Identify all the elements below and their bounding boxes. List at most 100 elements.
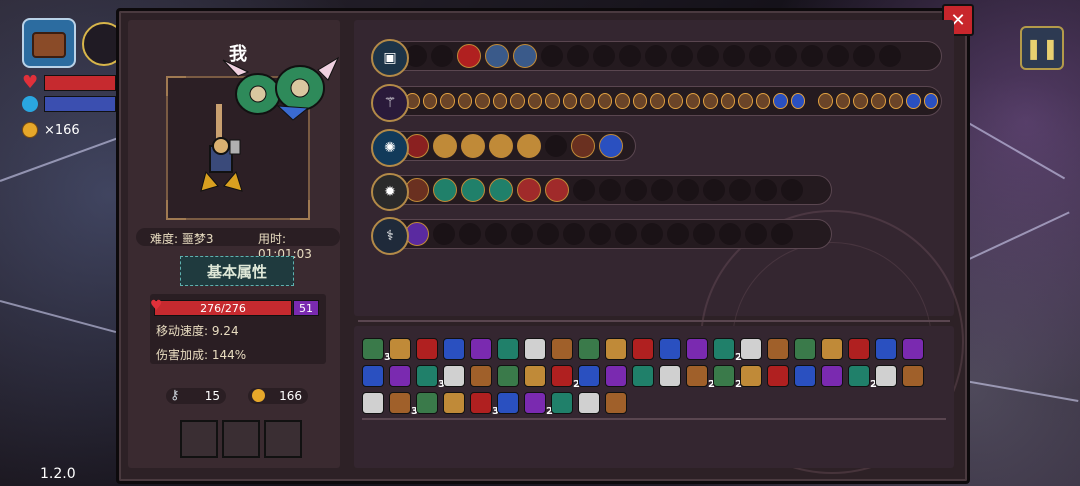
move-speed-stat: 移动速度: 9.24 (156, 324, 239, 338)
consumable-slot[interactable] (222, 420, 260, 458)
wand-icon[interactable]: ⚕ (371, 217, 409, 255)
relic-item-icon[interactable]: 3 (389, 392, 418, 417)
coin-icon (22, 122, 38, 138)
relic-item-icon[interactable] (659, 365, 681, 387)
relic-item-icon[interactable]: 2 (524, 392, 553, 417)
mace-icon[interactable]: ✹ (371, 173, 409, 211)
orb-rune-icon[interactable] (485, 44, 509, 68)
divider (362, 418, 946, 420)
relic-item-icon[interactable] (821, 365, 843, 387)
boot-rune-icon[interactable] (571, 134, 595, 158)
pause-button[interactable]: ❚❚ (1020, 26, 1064, 70)
gear-rune-icon[interactable] (461, 134, 485, 158)
relic-item-icon[interactable]: 3 (470, 392, 499, 417)
staff-icon[interactable]: ⚚ (371, 84, 409, 122)
relic-item-icon[interactable] (362, 392, 384, 414)
relic-item-icon[interactable] (902, 338, 924, 360)
relic-item-icon[interactable] (740, 365, 762, 387)
coins-value: 166 (279, 389, 302, 403)
chest-rune-icon[interactable] (517, 178, 541, 202)
weapon-row-crystal[interactable]: ✺ (371, 129, 636, 167)
gold-count: ×166 (44, 122, 80, 138)
relic-item-icon[interactable]: 2 (686, 365, 715, 390)
relic-item-icon[interactable]: 3 (362, 338, 391, 363)
relic-item-icon[interactable] (524, 365, 546, 387)
relic-item-icon[interactable] (875, 338, 897, 360)
orb-rune-icon[interactable] (513, 44, 537, 68)
weapon-row-wand[interactable]: ⚕ (371, 217, 832, 255)
key-icon: ⚷ (170, 388, 180, 403)
relic-item-icon[interactable] (524, 338, 546, 360)
consumable-slot[interactable] (180, 420, 218, 458)
relic-item-icon[interactable] (389, 365, 411, 387)
relic-item-icon[interactable] (794, 338, 816, 360)
relic-item-icon[interactable] (767, 338, 789, 360)
relic-item-icon[interactable] (632, 365, 654, 387)
player-character-icon (200, 137, 243, 192)
gem-rune-icon[interactable] (489, 178, 513, 202)
keys-value: 15 (204, 389, 220, 403)
relic-item-icon[interactable] (659, 338, 681, 360)
relic-item-icon[interactable] (578, 338, 600, 360)
backpack-chest-icon[interactable] (22, 18, 76, 68)
difficulty-label: 难度: 噩梦3 (150, 232, 214, 246)
heart-icon: ♥ (22, 72, 39, 93)
chest-icon[interactable]: ▣ (371, 39, 409, 77)
gear-rune-icon[interactable] (489, 134, 513, 158)
relic-item-icon[interactable]: 2 (713, 365, 742, 390)
bomb-rune-icon[interactable] (457, 44, 481, 68)
potion-rune-icon[interactable] (599, 134, 623, 158)
relic-item-icon[interactable] (578, 392, 600, 414)
relic-item-icon[interactable] (605, 365, 627, 387)
relic-item-icon[interactable] (497, 365, 519, 387)
relic-item-icon[interactable] (605, 338, 627, 360)
relic-item-icon[interactable] (740, 338, 762, 360)
chest-rune-icon[interactable] (545, 178, 569, 202)
relic-item-icon[interactable] (443, 338, 465, 360)
relic-item-icon[interactable] (416, 338, 438, 360)
crystal-icon[interactable]: ✺ (371, 129, 409, 167)
relic-item-icon[interactable] (767, 365, 789, 387)
relic-item-icon[interactable] (578, 365, 600, 387)
weapon-row-chest[interactable]: ▣ (371, 39, 942, 77)
gem-rune-icon[interactable] (461, 178, 485, 202)
relic-item-icon[interactable]: 2 (713, 338, 742, 363)
relic-item-icon[interactable] (686, 338, 708, 360)
relic-item-icon[interactable] (470, 365, 492, 387)
hud-health: ♥ (22, 72, 117, 93)
stats-title: 基本属性 (180, 256, 294, 286)
relic-item-icon[interactable] (605, 392, 627, 414)
run-info-strip: 难度: 噩梦3 用时: 01:01:03 (136, 228, 340, 261)
relic-item-icon[interactable] (551, 338, 573, 360)
mana-orb-icon (22, 96, 38, 112)
relic-item-icon[interactable] (497, 392, 519, 414)
gear-rune-icon[interactable] (433, 134, 457, 158)
relic-item-icon[interactable] (551, 392, 573, 414)
relic-item-icon[interactable] (470, 338, 492, 360)
relic-item-icon[interactable] (443, 365, 465, 387)
hud-gold: ×166 (22, 122, 80, 138)
relic-item-icon[interactable] (362, 365, 384, 387)
weapon-row-staff[interactable]: ⚚ (371, 84, 942, 122)
swirl-rune-icon[interactable] (517, 134, 541, 158)
relic-item-icon[interactable] (497, 338, 519, 360)
relic-item-icon[interactable]: 3 (416, 365, 445, 390)
consumable-slot[interactable] (264, 420, 302, 458)
hp-bar: 276/276 (154, 300, 292, 316)
weapon-row-mace[interactable]: ✹ (371, 173, 832, 211)
relic-item-icon[interactable]: 2 (551, 365, 580, 390)
relic-item-icon[interactable] (389, 338, 411, 360)
relic-item-icon[interactable] (821, 338, 843, 360)
relic-item-icon[interactable] (443, 392, 465, 414)
relic-item-icon[interactable] (875, 365, 897, 387)
relic-item-icon[interactable] (848, 338, 870, 360)
coin-icon (252, 389, 265, 402)
relic-item-icon[interactable] (794, 365, 816, 387)
version-label: 1.2.0 (40, 466, 76, 482)
damage-bonus-stat: 伤害加成: 144% (156, 348, 247, 362)
relic-item-icon[interactable]: 2 (848, 365, 877, 390)
relic-item-icon[interactable] (632, 338, 654, 360)
relic-item-icon[interactable] (902, 365, 924, 387)
relic-item-icon[interactable] (416, 392, 438, 414)
gem-rune-icon[interactable] (433, 178, 457, 202)
